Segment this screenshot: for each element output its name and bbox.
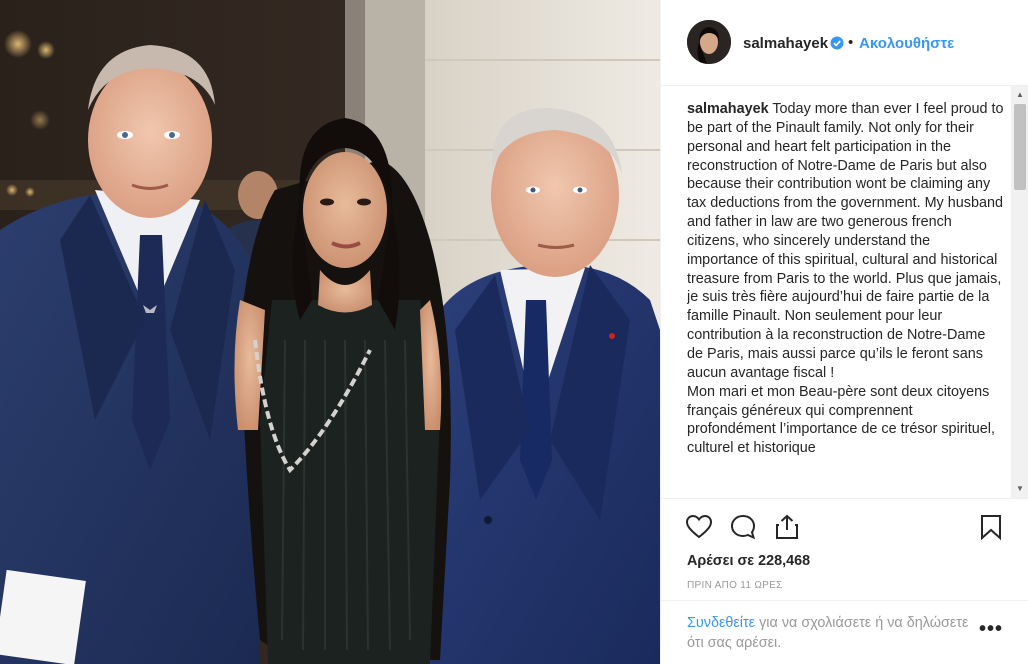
username-link[interactable]: salmahayek — [743, 35, 828, 52]
photo-illustration — [0, 0, 660, 664]
heart-icon[interactable] — [685, 513, 713, 541]
follow-button[interactable]: Ακολουθήστε — [859, 35, 954, 52]
caption-text: Today more than ever I feel proud to be … — [687, 101, 1004, 381]
post-sidebar: salmahayek • Ακολουθήστε salmahayek Toda… — [660, 0, 1028, 664]
login-prompt: Συνδεθείτε για να σχολιάσετε ή να δηλώσε… — [687, 613, 977, 653]
scrollbar-thumb[interactable] — [1014, 104, 1026, 190]
action-bar — [661, 498, 1028, 556]
caption: salmahayek Today more than ever I feel p… — [687, 100, 1005, 458]
avatar-image — [687, 20, 731, 64]
verified-badge-icon — [830, 36, 844, 50]
comment-login-area: Συνδεθείτε για να σχολιάσετε ή να δηλώσε… — [661, 600, 1028, 664]
likes-count[interactable]: Αρέσει σε 228,468 — [687, 553, 810, 569]
avatar[interactable] — [687, 20, 731, 64]
post-header: salmahayek • Ακολουθήστε — [661, 0, 1028, 86]
scroll-up-arrow-icon[interactable]: ▲ — [1011, 88, 1028, 102]
comment-bubble-icon[interactable] — [729, 513, 757, 541]
login-link[interactable]: Συνδεθείτε — [687, 615, 755, 631]
caption-scrollbar[interactable]: ▲ ▼ — [1011, 86, 1028, 498]
caption-scroll-area[interactable]: salmahayek Today more than ever I feel p… — [687, 100, 1005, 498]
post-timestamp[interactable]: ΠΡΙΝ ΑΠΟ 11 ΩΡΕΣ — [687, 580, 783, 591]
post-photo[interactable] — [0, 0, 660, 664]
more-options-icon[interactable]: ••• — [979, 619, 1003, 639]
scroll-down-arrow-icon[interactable]: ▼ — [1011, 482, 1028, 496]
caption-username[interactable]: salmahayek — [687, 101, 769, 117]
caption-text-2: Mon mari et mon Beau-père sont deux cito… — [687, 383, 995, 457]
share-upload-icon[interactable] — [773, 513, 801, 541]
bookmark-icon[interactable] — [977, 513, 1005, 541]
separator-dot: • — [848, 34, 854, 51]
